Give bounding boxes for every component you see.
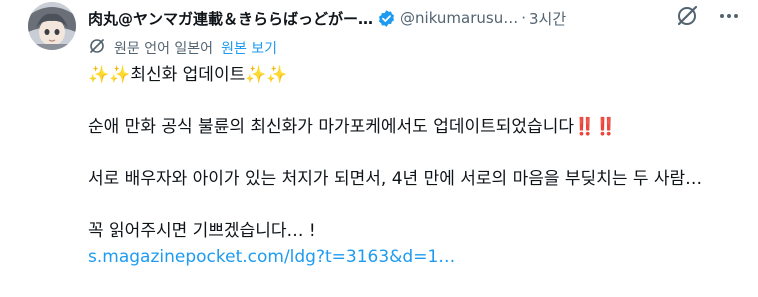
translation-notice: 원문 언어 일본어 원본 보기 bbox=[88, 38, 277, 58]
time-separator: · bbox=[521, 9, 527, 27]
author-display-name[interactable]: 肉丸@ヤンマガ連載＆きららばっどがー… bbox=[88, 8, 373, 29]
tweet-line-request: 꼭 읽어주시면 기쁘겠습니다… ! bbox=[88, 221, 316, 241]
verified-badge-icon[interactable] bbox=[377, 9, 396, 28]
more-options-icon[interactable] bbox=[716, 3, 742, 29]
tweet-link[interactable]: s.magazinepocket.com/ldg?t=3163&d=1… bbox=[88, 247, 455, 267]
tweet-timestamp[interactable]: 3시간 bbox=[529, 8, 566, 29]
tweet[interactable]: 肉丸@ヤンマガ連載＆きららばっどがー… @nikumarusu… · 3시간 원… bbox=[0, 0, 758, 297]
author-handle[interactable]: @nikumarusu… bbox=[400, 9, 518, 27]
show-original-link[interactable]: 원본 보기 bbox=[221, 38, 277, 58]
tweet-header: 肉丸@ヤンマガ連載＆きららばっどがー… @nikumarusu… · 3시간 bbox=[88, 5, 746, 31]
avatar[interactable] bbox=[28, 2, 76, 50]
tweet-text: ✨✨최신화 업데이트✨✨ 순애 만화 공식 불륜의 최신화가 마가포케에서도 업… bbox=[88, 62, 748, 270]
avatar-illustration bbox=[28, 2, 76, 50]
translate-icon bbox=[88, 37, 106, 59]
tweet-line-description: 서로 배우자와 아이가 있는 처지가 되면서, 4년 만에 서로의 마음을 부딪… bbox=[88, 169, 703, 189]
tweet-line-announcement: 순애 만화 공식 불륜의 최신화가 마가포케에서도 업데이트되었습니다‼️‼️ bbox=[88, 117, 617, 137]
grok-icon[interactable] bbox=[674, 3, 700, 29]
translation-language-label: 원문 언어 일본어 bbox=[114, 41, 214, 57]
tweet-line-title: ✨✨최신화 업데이트✨✨ bbox=[88, 65, 288, 85]
